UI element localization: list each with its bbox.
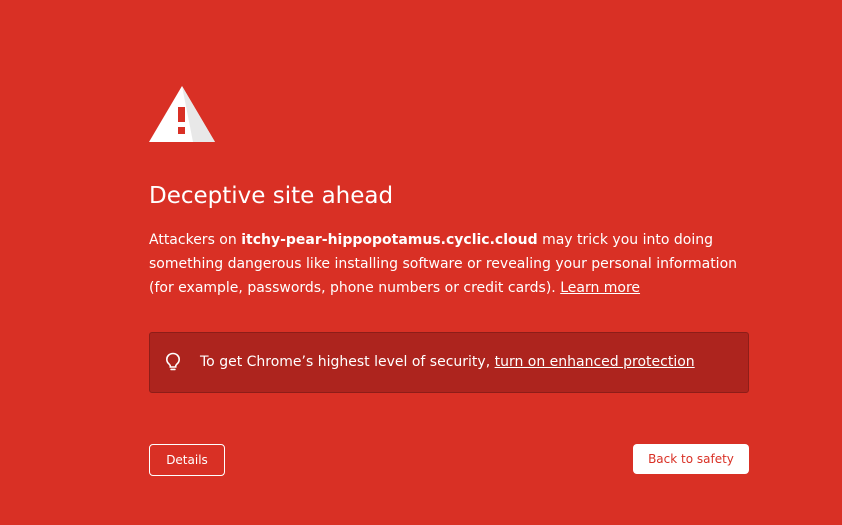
lightbulb-icon bbox=[165, 352, 181, 372]
site-domain: itchy-pear-hippopotamus.cyclic.cloud bbox=[241, 232, 538, 248]
details-button[interactable]: Details bbox=[149, 444, 225, 476]
enhanced-protection-link[interactable]: turn on enhanced protection bbox=[495, 354, 695, 370]
enhanced-protection-prefix: To get Chrome’s highest level of securit… bbox=[200, 354, 495, 370]
warning-message: Attackers on itchy-pear-hippopotamus.cyc… bbox=[149, 228, 759, 300]
warning-triangle-icon bbox=[149, 86, 215, 142]
learn-more-link[interactable]: Learn more bbox=[560, 280, 640, 296]
back-to-safety-button[interactable]: Back to safety bbox=[633, 444, 749, 474]
enhanced-protection-text: To get Chrome’s highest level of securit… bbox=[200, 352, 695, 372]
page-title: Deceptive site ahead bbox=[149, 183, 394, 209]
enhanced-protection-banner: To get Chrome’s highest level of securit… bbox=[149, 332, 749, 393]
message-prefix: Attackers on bbox=[149, 232, 242, 248]
